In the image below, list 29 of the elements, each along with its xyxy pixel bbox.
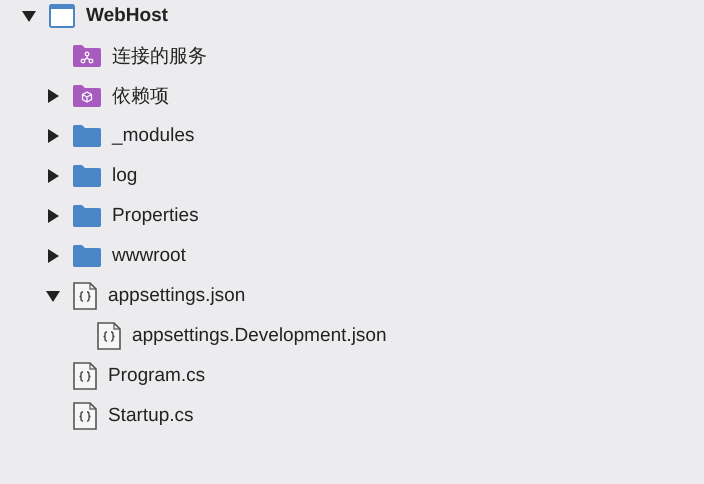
code-file-icon bbox=[73, 282, 97, 310]
tree-item-label[interactable]: appsettings.Development.json bbox=[132, 325, 387, 347]
tree-item-label[interactable]: Properties bbox=[112, 205, 199, 227]
code-file-icon bbox=[97, 322, 121, 350]
collapse-arrow-icon[interactable] bbox=[22, 9, 36, 23]
collapse-arrow-icon[interactable] bbox=[46, 289, 60, 303]
tree-item-label[interactable]: wwwroot bbox=[112, 245, 186, 267]
expand-arrow-icon[interactable] bbox=[46, 209, 60, 223]
tree-item-label[interactable]: log bbox=[112, 165, 138, 187]
tree-item-label[interactable]: _modules bbox=[112, 125, 194, 147]
network-folder-icon bbox=[73, 45, 101, 67]
tree-item-label[interactable]: Startup.cs bbox=[108, 405, 194, 427]
expand-arrow-icon[interactable] bbox=[46, 249, 60, 263]
tree-item-label[interactable]: appsettings.json bbox=[108, 285, 246, 307]
folder-icon bbox=[73, 125, 101, 147]
code-file-icon bbox=[73, 362, 97, 390]
folder-icon bbox=[73, 205, 101, 227]
tree-item-label[interactable]: 依赖项 bbox=[112, 83, 169, 109]
folder-icon bbox=[73, 165, 101, 187]
expand-arrow-icon[interactable] bbox=[46, 129, 60, 143]
package-folder-icon bbox=[73, 85, 101, 107]
window-icon bbox=[49, 4, 75, 28]
expand-arrow-icon[interactable] bbox=[46, 89, 60, 103]
tree-item-label[interactable]: Program.cs bbox=[108, 365, 206, 387]
tree-item-label[interactable]: 连接的服务 bbox=[112, 43, 207, 69]
code-file-icon bbox=[73, 402, 97, 430]
expand-arrow-icon[interactable] bbox=[46, 169, 60, 183]
tree-item-label[interactable]: WebHost bbox=[86, 5, 168, 27]
folder-icon bbox=[73, 245, 101, 267]
